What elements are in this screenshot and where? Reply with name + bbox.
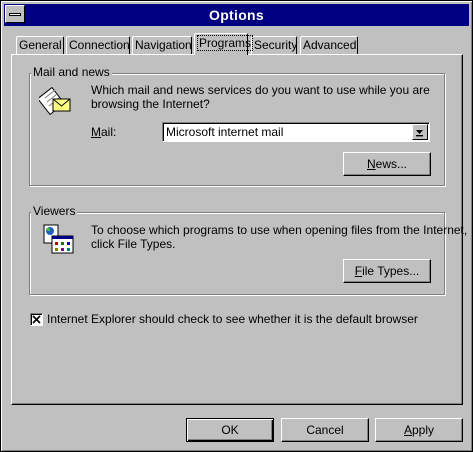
tab-navigation[interactable]: Navigation — [132, 36, 192, 54]
viewers-description-line2: click File Types. — [91, 237, 176, 251]
tab-connection[interactable]: Connection — [66, 36, 130, 54]
tab-general[interactable]: General — [16, 36, 64, 54]
cancel-button[interactable]: Cancel — [281, 418, 369, 442]
mail-label: Mail: — [91, 125, 117, 139]
mail-dropdown-button[interactable] — [412, 124, 428, 140]
viewers-group-label: Viewers — [31, 204, 78, 218]
viewers-description-line1: To choose which programs to use when ope… — [91, 223, 468, 237]
mail-program-value: Microsoft internet mail — [166, 125, 284, 139]
title-bar[interactable]: Options — [4, 4, 469, 26]
tab-programs[interactable]: Programs — [194, 33, 254, 55]
mail-news-icon — [39, 86, 71, 115]
tab-advanced[interactable]: Advanced — [300, 36, 358, 54]
window-title: Options — [209, 7, 264, 23]
tab-security[interactable]: Security — [251, 36, 297, 54]
checkmark-icon — [32, 315, 41, 324]
apply-button[interactable]: Apply — [375, 418, 463, 442]
news-button[interactable]: News... — [343, 152, 431, 176]
dropdown-arrow-icon — [416, 130, 423, 137]
mail-news-group-label: Mail and news — [31, 65, 112, 79]
mail-program-select[interactable]: Microsoft internet mail — [162, 122, 430, 142]
ok-button[interactable]: OK — [186, 418, 274, 442]
tab-programs-label: Programs — [197, 35, 254, 51]
default-browser-checkbox[interactable] — [30, 313, 43, 326]
mail-news-description-line1: Which mail and news services do you want… — [91, 83, 430, 97]
default-browser-label[interactable]: Internet Explorer should check to see wh… — [47, 312, 418, 327]
file-types-icon — [43, 224, 74, 254]
file-types-button[interactable]: File Types... — [343, 259, 431, 283]
mail-news-description-line2: browsing the Internet? — [91, 97, 210, 111]
options-dialog: Options General Connection Navigation Pr… — [0, 0, 473, 452]
